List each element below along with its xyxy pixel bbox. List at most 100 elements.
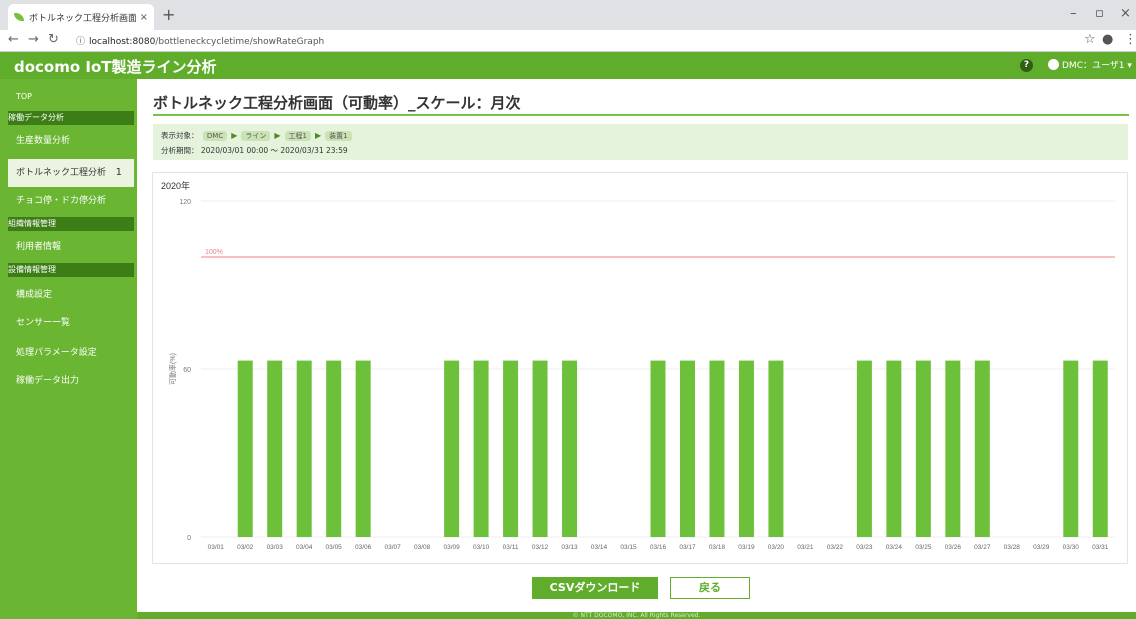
period-value: 2020/03/01 00:00 ～ 2020/03/31 23:59 bbox=[200, 146, 348, 155]
page-title: ボトルネック工程分析画面（可動率）_スケール：月次 bbox=[153, 92, 1129, 116]
filter-info: 表示対象： DMC ▶ ライン ▶ 工程1 ▶ 装置1 分析期間： 2020/03/01 0… bbox=[153, 124, 1128, 160]
x-tick-label: 03/09 bbox=[443, 544, 460, 551]
user-label: DMC：ユーザ1 ▾ bbox=[1062, 61, 1132, 71]
x-tick-label: 03/08 bbox=[414, 544, 431, 551]
bar-03-18 bbox=[709, 360, 725, 537]
minimize-icon[interactable]: – bbox=[1070, 6, 1077, 21]
x-tick-label: 03/10 bbox=[473, 544, 490, 551]
bar-03-19 bbox=[738, 360, 754, 537]
bar-03-31 bbox=[1092, 360, 1108, 537]
sidebar-item-top[interactable]: TOP bbox=[8, 85, 134, 109]
sidebar-item-users[interactable]: 利用者情報 bbox=[8, 233, 134, 261]
new-tab-icon[interactable]: + bbox=[162, 5, 175, 24]
x-tick-label: 03/20 bbox=[768, 544, 785, 551]
bar-03-20 bbox=[768, 360, 784, 537]
crumb-process[interactable]: 工程1 bbox=[284, 131, 311, 141]
x-tick-label: 03/25 bbox=[915, 544, 932, 551]
app-title[interactable]: docomo IoT製造ライン分析 bbox=[14, 56, 217, 77]
bar-03-11 bbox=[503, 360, 519, 537]
sidebar-item-parameters[interactable]: 処理パラメータ設定 bbox=[8, 339, 134, 367]
x-tick-label: 03/02 bbox=[237, 544, 254, 551]
browser-tabstrip: ボトルネック工程分析画面（可動率） × + – ▫ × bbox=[0, 0, 1136, 30]
reload-icon[interactable]: ↻ bbox=[48, 32, 59, 47]
menu-kebab-icon[interactable]: ⋮ bbox=[1124, 32, 1136, 47]
maximize-icon[interactable]: ▫ bbox=[1095, 6, 1104, 21]
sidebar-item-stoppage[interactable]: チョコ停・ドカ停分析 bbox=[8, 187, 134, 215]
back-button[interactable]: 戻る bbox=[670, 577, 750, 599]
bar-03-10 bbox=[473, 360, 489, 537]
help-icon[interactable]: ? bbox=[1020, 59, 1033, 72]
sidebar-item-production[interactable]: 生産数量分析 bbox=[8, 127, 134, 155]
x-tick-label: 03/28 bbox=[1004, 544, 1021, 551]
sidebar-heading-organization: 組織情報管理 bbox=[8, 217, 134, 231]
sidebar-heading-equipment: 設備情報管理 bbox=[8, 263, 134, 277]
x-tick-label: 03/03 bbox=[267, 544, 284, 551]
y-tick-label: 0 bbox=[187, 535, 191, 542]
x-tick-label: 03/22 bbox=[827, 544, 844, 551]
sidebar-item-bottleneck[interactable]: ボトルネック工程分析 1 bbox=[8, 159, 134, 187]
bar-03-26 bbox=[945, 360, 961, 537]
arrow-right-icon: ▶ bbox=[231, 131, 238, 140]
period-row: 分析期間： 2020/03/01 00:00 ～ 2020/03/31 23:5… bbox=[161, 145, 348, 156]
x-tick-label: 03/29 bbox=[1033, 544, 1050, 551]
user-icon bbox=[1048, 59, 1059, 70]
leaf-icon bbox=[14, 13, 24, 21]
bar-03-16 bbox=[650, 360, 666, 537]
bar-03-17 bbox=[679, 360, 695, 537]
x-tick-label: 03/17 bbox=[679, 544, 696, 551]
sidebar-item-export[interactable]: 稼働データ出力 bbox=[8, 367, 134, 395]
sidebar-item-count: 1 bbox=[115, 167, 122, 178]
x-tick-label: 03/01 bbox=[208, 544, 225, 551]
x-tick-label: 03/23 bbox=[856, 544, 873, 551]
x-tick-label: 03/04 bbox=[296, 544, 313, 551]
bar-03-30 bbox=[1063, 360, 1079, 537]
footer: © NTT DOCOMO, INC. All Rights Reserved. bbox=[137, 612, 1136, 619]
bar-03-09 bbox=[444, 360, 460, 537]
bar-03-02 bbox=[237, 360, 253, 537]
url-host: localhost:8080 bbox=[89, 37, 156, 47]
window-close-icon[interactable]: × bbox=[1120, 6, 1131, 21]
x-tick-label: 03/18 bbox=[709, 544, 726, 551]
forward-arrow-icon[interactable]: → bbox=[28, 32, 39, 47]
x-tick-label: 03/06 bbox=[355, 544, 372, 551]
csv-download-button[interactable]: CSVダウンロード bbox=[532, 577, 658, 599]
sidebar: TOP 稼働データ分析 生産数量分析 ボトルネック工程分析 1 チョコ停・ドカ停… bbox=[0, 79, 137, 619]
x-tick-label: 03/16 bbox=[650, 544, 667, 551]
period-label: 分析期間： bbox=[161, 146, 199, 155]
sidebar-heading-operation: 稼働データ分析 bbox=[8, 111, 134, 125]
sidebar-item-config[interactable]: 構成設定 bbox=[8, 281, 134, 309]
tab-title: ボトルネック工程分析画面（可動率） bbox=[29, 13, 136, 24]
browser-tab[interactable]: ボトルネック工程分析画面（可動率） × bbox=[8, 4, 154, 30]
crumb-company[interactable]: DMC bbox=[202, 131, 228, 141]
bar-03-06 bbox=[355, 360, 371, 537]
bar-03-05 bbox=[326, 360, 342, 537]
x-tick-label: 03/26 bbox=[945, 544, 962, 551]
x-tick-label: 03/21 bbox=[797, 544, 814, 551]
y-axis-label: 可動率(%) bbox=[168, 353, 177, 385]
address-bar: ← → ↻ ⓘ localhost:8080/bottleneckcycletim… bbox=[0, 30, 1136, 52]
close-tab-icon[interactable]: × bbox=[140, 12, 148, 23]
x-tick-label: 03/15 bbox=[620, 544, 637, 551]
app-header: docomo IoT製造ライン分析 ? DMC：ユーザ1 ▾ bbox=[0, 52, 1136, 79]
x-tick-label: 03/11 bbox=[503, 544, 519, 551]
x-tick-label: 03/14 bbox=[591, 544, 608, 551]
account-icon[interactable]: ● bbox=[1102, 32, 1113, 47]
url-field[interactable]: ⓘ localhost:8080/bottleneckcycletime/show… bbox=[76, 34, 324, 47]
reference-line-label: 100% bbox=[205, 249, 223, 256]
star-icon[interactable]: ☆ bbox=[1084, 32, 1096, 47]
x-tick-label: 03/19 bbox=[738, 544, 755, 551]
crumb-line[interactable]: ライン bbox=[241, 131, 271, 141]
chart-title: 2020年 bbox=[161, 180, 190, 191]
user-menu[interactable]: DMC：ユーザ1 ▾ bbox=[1048, 58, 1132, 71]
bar-03-03 bbox=[267, 360, 283, 537]
chart-svg: 2020年可動率(%) 0 60 120 03/01 03/02 03/03 03/04 03/… bbox=[161, 180, 1115, 551]
x-tick-label: 03/30 bbox=[1063, 544, 1080, 551]
x-tick-label: 03/27 bbox=[974, 544, 991, 551]
crumb-device[interactable]: 装置1 bbox=[325, 131, 352, 141]
bar-03-25 bbox=[915, 360, 931, 537]
sidebar-item-sensors[interactable]: センサー一覧 bbox=[8, 309, 134, 337]
back-arrow-icon[interactable]: ← bbox=[8, 32, 19, 47]
y-tick-label: 60 bbox=[183, 367, 191, 374]
bar-03-04 bbox=[296, 360, 312, 537]
y-tick-label: 120 bbox=[179, 199, 191, 206]
